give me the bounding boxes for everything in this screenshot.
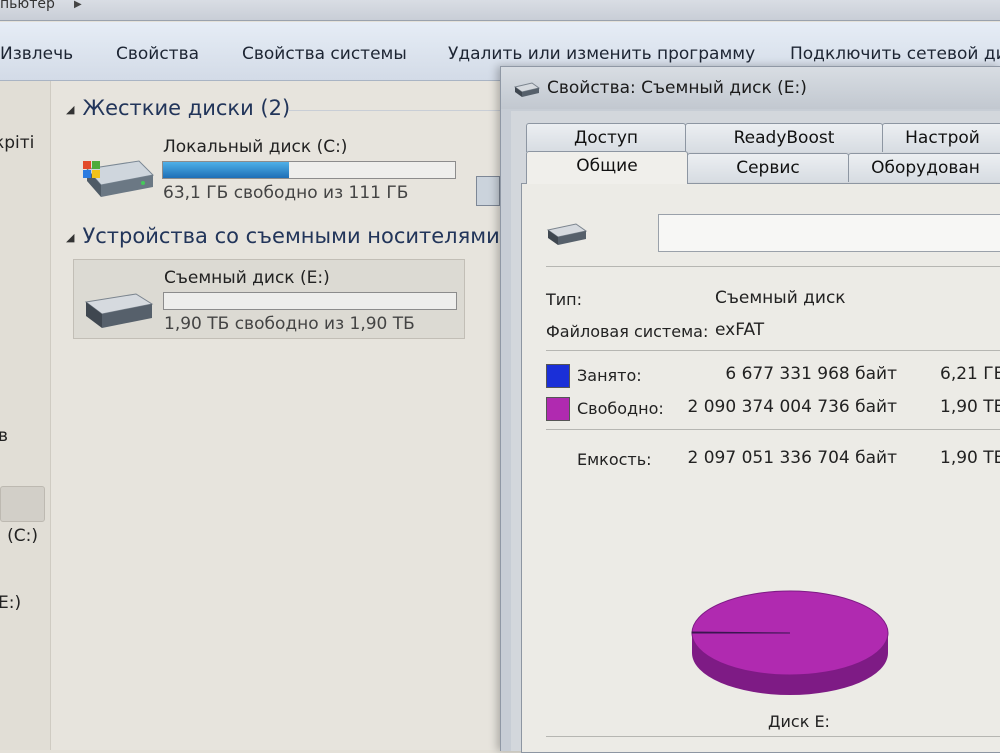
dialog-title: Свойства: Съемный диск (E:)	[547, 78, 807, 98]
address-bar[interactable]: пьютер ▶	[0, 0, 1000, 21]
tab-tools[interactable]: Сервис	[687, 153, 849, 182]
drive-c-usage-fill	[163, 162, 289, 178]
drive-c-name: Локальный диск (C:)	[163, 137, 348, 157]
uninstall-program-button[interactable]: Удалить или изменить программу	[448, 44, 755, 64]
used-space-bytes: 6 677 331 968 байт	[725, 364, 897, 384]
eject-button[interactable]: Извлечь	[0, 44, 73, 64]
used-space-label: Занято:	[577, 366, 642, 385]
tab-hardware[interactable]: Оборудован	[848, 153, 1000, 182]
group-title-removable: Устройства со съемными носителями	[82, 224, 500, 248]
nav-item-open[interactable]: кріті	[0, 133, 34, 153]
separator	[546, 350, 1000, 351]
general-tab-panel: Тип: Съемный диск Файловая система: exFA…	[521, 183, 1000, 753]
disk-usage-pie	[691, 590, 889, 695]
system-properties-button[interactable]: Свойства системы	[242, 44, 407, 64]
properties-button[interactable]: Свойства	[116, 44, 199, 64]
capacity-size: 1,90 ТБ	[940, 448, 1000, 468]
pie-caption: Диск E:	[768, 712, 830, 731]
removable-drive-icon	[84, 293, 154, 328]
tab-sharing[interactable]: Доступ	[526, 123, 686, 152]
tab-readyboost[interactable]: ReadyBoost	[685, 123, 883, 152]
collapse-triangle-icon[interactable]: ◢	[66, 103, 74, 116]
navigation-pane: кріті в : (C:) E:)	[0, 81, 51, 750]
nav-item-drive-e[interactable]: E:)	[0, 593, 21, 613]
breadcrumb-computer[interactable]: пьютер	[0, 0, 55, 12]
drive-c-free-text: 63,1 ГБ свободно из 111 ГБ	[163, 183, 409, 203]
group-title-hard-drives: Жесткие диски (2)	[82, 96, 291, 120]
removable-drive-icon	[546, 223, 588, 245]
collapse-triangle-icon[interactable]: ◢	[66, 231, 74, 244]
capacity-bytes: 2 097 051 336 704 байт	[687, 448, 897, 468]
dialog-title-bar[interactable]: Свойства: Съемный диск (E:)	[501, 67, 1000, 109]
drive-c-usage-bar	[162, 161, 456, 179]
drive-e-usage-bar	[163, 292, 457, 310]
map-network-drive-button[interactable]: Подключить сетевой ди	[790, 44, 1000, 64]
filesystem-label: Файловая система:	[546, 322, 709, 341]
group-header-hard-drives[interactable]: ◢ Жесткие диски (2)	[66, 96, 290, 120]
tab-general[interactable]: Общие	[526, 151, 688, 184]
used-space-size: 6,21 ГБ	[940, 364, 1000, 384]
free-space-bytes: 2 090 374 004 736 байт	[687, 397, 897, 417]
separator	[546, 736, 1000, 737]
dialog-body: Доступ ReadyBoost Настрой Общие Сервис О…	[511, 111, 1000, 753]
removable-drive-icon	[514, 82, 540, 97]
used-space-swatch	[546, 364, 570, 388]
nav-item-partial[interactable]: в	[0, 426, 8, 446]
filesystem-value: exFAT	[715, 320, 765, 340]
drive-d-icon[interactable]	[476, 176, 500, 206]
separator	[546, 429, 1000, 430]
tab-customize[interactable]: Настрой	[882, 123, 1000, 152]
free-space-size: 1,90 ТБ	[940, 397, 1000, 417]
free-space-swatch	[546, 397, 570, 421]
type-label: Тип:	[546, 290, 583, 309]
nav-item-drive-c[interactable]: : (C:)	[0, 526, 38, 546]
drive-e[interactable]: Съемный диск (E:) 1,90 ТБ свободно из 1,…	[73, 259, 465, 339]
group-divider	[288, 110, 500, 111]
separator	[546, 266, 1000, 267]
drive-e-free-text: 1,90 ТБ свободно из 1,90 ТБ	[164, 314, 415, 334]
capacity-label: Емкость:	[577, 450, 652, 469]
type-value: Съемный диск	[715, 288, 846, 308]
drive-e-name: Съемный диск (E:)	[164, 268, 330, 288]
drives-view: ◢ Жесткие диски (2) Локальный диск (C:) 6…	[51, 81, 500, 750]
properties-dialog: Свойства: Съемный диск (E:) Доступ Ready…	[500, 66, 1000, 753]
free-space-label: Свободно:	[577, 399, 664, 418]
breadcrumb-arrow-icon[interactable]: ▶	[74, 0, 82, 13]
group-header-removable[interactable]: ◢ Устройства со съемными носителями	[66, 224, 500, 248]
volume-label-input[interactable]	[658, 214, 1000, 252]
hard-drive-icon	[83, 160, 155, 197]
nav-item-selected[interactable]	[0, 486, 45, 522]
drive-c[interactable]: Локальный диск (C:) 63,1 ГБ свободно из …	[73, 129, 463, 207]
